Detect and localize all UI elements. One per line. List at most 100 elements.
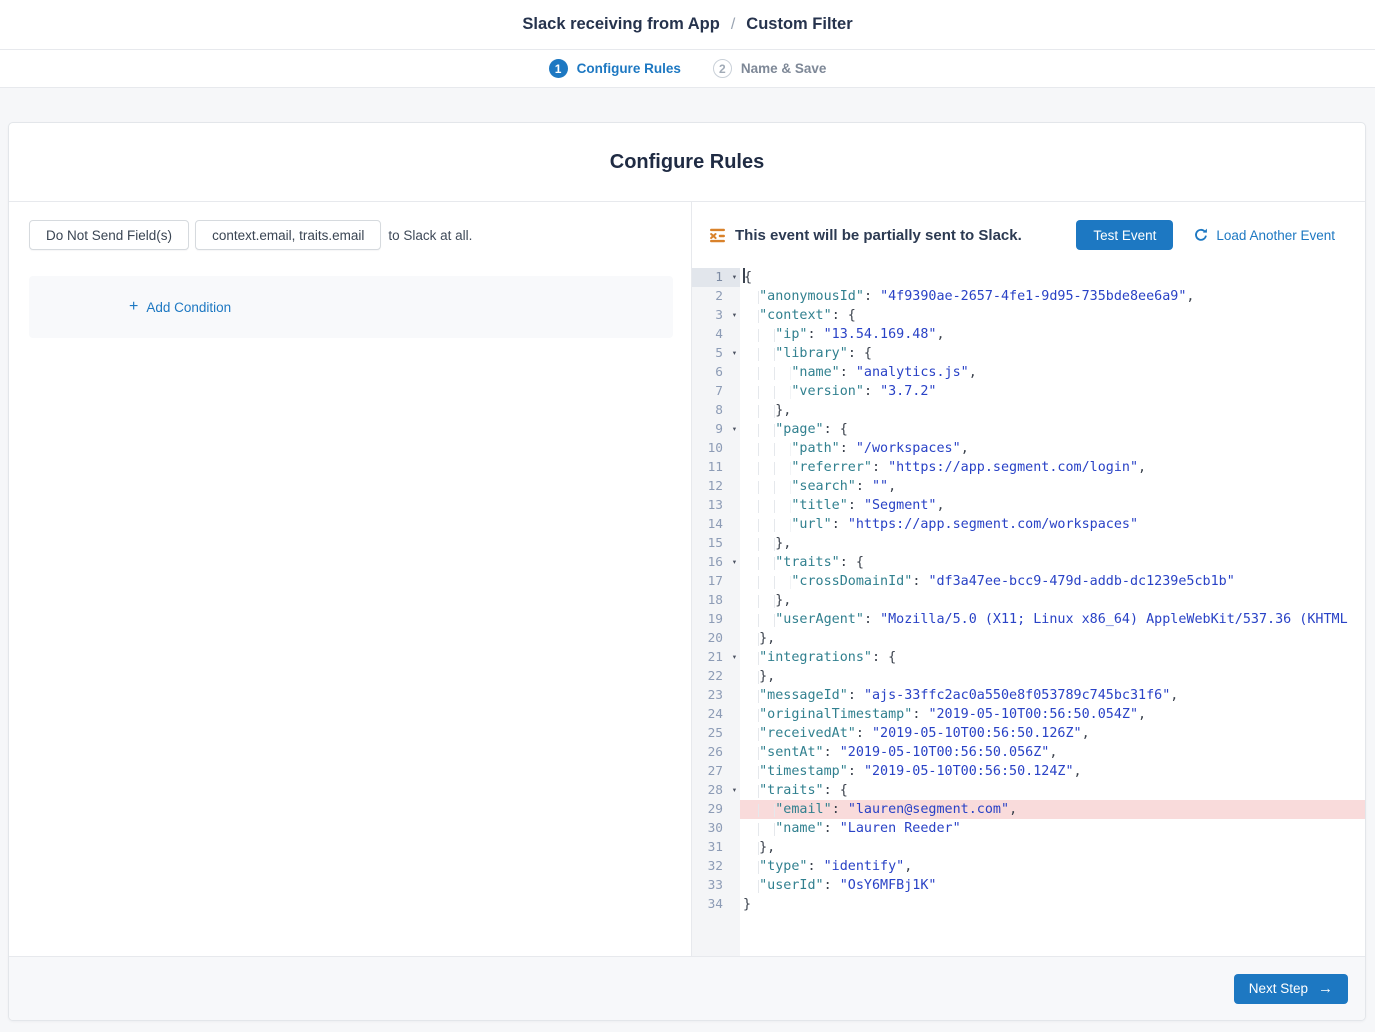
add-condition-box: + Add Condition: [29, 276, 673, 338]
code-line: },: [743, 629, 1365, 648]
arrow-right-icon: →: [1318, 981, 1333, 996]
editor-gutter: 1▾23▾45▾6789▾10111213141516▾1718192021▾2…: [692, 268, 740, 956]
line-number: 16▾: [692, 553, 740, 572]
editor-code: { "anonymousId": "4f9390ae-2657-4fe1-9d9…: [740, 268, 1365, 956]
configure-rules-card: Configure Rules Do Not Send Field(s) con…: [8, 122, 1366, 1021]
line-number: 32: [692, 857, 740, 876]
line-number: 15: [692, 534, 740, 553]
line-number: 3▾: [692, 306, 740, 325]
card-title: Configure Rules: [9, 123, 1365, 202]
rule-suffix-text: to Slack at all.: [388, 228, 472, 243]
line-number: 33: [692, 876, 740, 895]
code-line: "traits": {: [743, 553, 1365, 572]
code-line: "page": {: [743, 420, 1365, 439]
code-line: "userId": "OsY6MFBj1K": [743, 876, 1365, 895]
card-footer: Next Step →: [9, 956, 1365, 1020]
step-1-badge: 1: [549, 59, 568, 78]
line-number: 6: [692, 363, 740, 382]
plus-icon: +: [129, 299, 138, 315]
code-line: },: [743, 591, 1365, 610]
add-condition-label: Add Condition: [146, 300, 231, 315]
code-line: "traits": {: [743, 781, 1365, 800]
do-not-send-fields-button[interactable]: Do Not Send Field(s): [29, 220, 189, 250]
line-number: 24: [692, 705, 740, 724]
fold-arrow-icon[interactable]: ▾: [732, 786, 737, 795]
code-line: },: [743, 667, 1365, 686]
code-line: "userAgent": "Mozilla/5.0 (X11; Linux x8…: [743, 610, 1365, 629]
line-number: 31: [692, 838, 740, 857]
status-text: This event will be partially sent to Sla…: [735, 227, 1022, 244]
code-line: "url": "https://app.segment.com/workspac…: [743, 515, 1365, 534]
code-line: "messageId": "ajs-33ffc2ac0a550e8f053789…: [743, 686, 1365, 705]
filter-rules-panel: Do Not Send Field(s) context.email, trai…: [9, 202, 691, 956]
line-number: 13: [692, 496, 740, 515]
line-number: 1▾: [692, 268, 740, 287]
line-number: 30: [692, 819, 740, 838]
code-line: "path": "/workspaces",: [743, 439, 1365, 458]
load-another-event-link[interactable]: Load Another Event: [1194, 228, 1335, 243]
next-step-label: Next Step: [1249, 981, 1308, 996]
line-number: 12: [692, 477, 740, 496]
next-step-button[interactable]: Next Step →: [1234, 974, 1348, 1004]
line-number: 26: [692, 743, 740, 762]
line-number: 18: [692, 591, 740, 610]
code-line: },: [743, 534, 1365, 553]
preview-header: This event will be partially sent to Sla…: [692, 202, 1365, 268]
line-number: 8: [692, 401, 740, 420]
line-number: 22: [692, 667, 740, 686]
breadcrumb-app-link[interactable]: Slack receiving from App: [522, 15, 719, 34]
code-line: "timestamp": "2019-05-10T00:56:50.124Z",: [743, 762, 1365, 781]
line-number: 20: [692, 629, 740, 648]
line-number: 9▾: [692, 420, 740, 439]
code-line: "sentAt": "2019-05-10T00:56:50.056Z",: [743, 743, 1365, 762]
test-event-button[interactable]: Test Event: [1076, 220, 1173, 250]
fold-arrow-icon[interactable]: ▾: [732, 425, 737, 434]
step-2-label: Name & Save: [741, 61, 827, 76]
line-number: 10: [692, 439, 740, 458]
code-line: "name": "analytics.js",: [743, 363, 1365, 382]
code-line: "type": "identify",: [743, 857, 1365, 876]
code-line: "title": "Segment",: [743, 496, 1365, 515]
line-number: 27: [692, 762, 740, 781]
code-line: "originalTimestamp": "2019-05-10T00:56:5…: [743, 705, 1365, 724]
step-configure-rules[interactable]: 1 Configure Rules: [549, 59, 681, 78]
step-name-save[interactable]: 2 Name & Save: [713, 59, 827, 78]
line-number: 21▾: [692, 648, 740, 667]
breadcrumb-current: Custom Filter: [746, 15, 852, 34]
fold-arrow-icon[interactable]: ▾: [732, 311, 737, 320]
line-number: 14: [692, 515, 740, 534]
line-number: 11: [692, 458, 740, 477]
code-line: "library": {: [743, 344, 1365, 363]
code-line: "crossDomainId": "df3a47ee-bcc9-479d-add…: [743, 572, 1365, 591]
code-line: },: [743, 401, 1365, 420]
event-preview-panel: This event will be partially sent to Sla…: [691, 202, 1365, 956]
line-number: 17: [692, 572, 740, 591]
code-line: "integrations": {: [743, 648, 1365, 667]
code-line: "email": "lauren@segment.com",: [740, 800, 1365, 819]
fold-arrow-icon[interactable]: ▾: [732, 349, 737, 358]
step-1-label: Configure Rules: [577, 61, 681, 76]
filter-rule-row: Do Not Send Field(s) context.email, trai…: [29, 220, 673, 250]
code-line: }: [743, 895, 1365, 914]
json-editor[interactable]: 1▾23▾45▾6789▾10111213141516▾1718192021▾2…: [692, 268, 1365, 956]
code-line: "search": "",: [743, 477, 1365, 496]
code-line: "context": {: [743, 306, 1365, 325]
fold-arrow-icon[interactable]: ▾: [732, 273, 737, 282]
add-condition-button[interactable]: + Add Condition: [129, 299, 231, 315]
load-link-label: Load Another Event: [1216, 228, 1335, 243]
line-number: 7: [692, 382, 740, 401]
line-number: 23: [692, 686, 740, 705]
code-line: {: [743, 268, 1365, 287]
code-line: "referrer": "https://app.segment.com/log…: [743, 458, 1365, 477]
line-number: 34: [692, 895, 740, 914]
fold-arrow-icon[interactable]: ▾: [732, 653, 737, 662]
line-number: 25: [692, 724, 740, 743]
code-line: },: [743, 838, 1365, 857]
page-header: Slack receiving from App / Custom Filter: [0, 0, 1375, 50]
line-number: 2: [692, 287, 740, 306]
breadcrumb-separator: /: [731, 16, 735, 34]
fields-value-button[interactable]: context.email, traits.email: [195, 220, 381, 250]
line-number: 4: [692, 325, 740, 344]
code-line: "anonymousId": "4f9390ae-2657-4fe1-9d95-…: [743, 287, 1365, 306]
fold-arrow-icon[interactable]: ▾: [732, 558, 737, 567]
